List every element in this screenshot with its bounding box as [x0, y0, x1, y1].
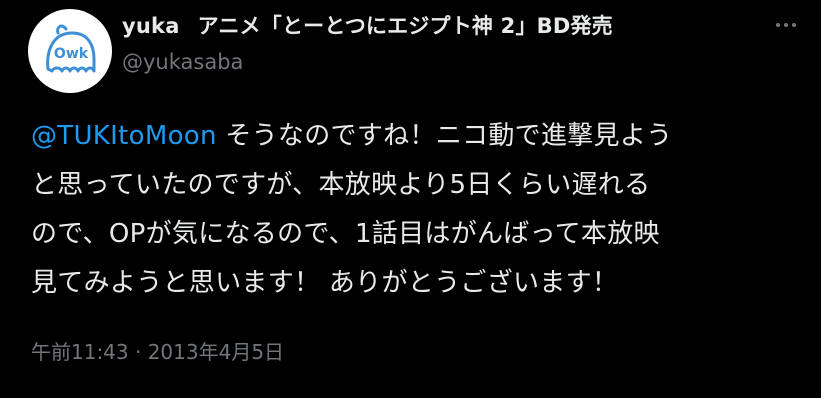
avatar[interactable]: Owk [28, 9, 112, 93]
tweet-text-line: 見てみようと思います！ ありがとうございます！ [31, 268, 619, 298]
tweet-timestamp[interactable]: 午前11:43 · 2013年4月5日 [31, 336, 284, 365]
more-options-button[interactable] [766, 12, 806, 38]
ghost-mascot-icon: Owk [46, 24, 96, 73]
tweet-card: Owk yuka アニメ「とーとつにエジプト神 2」BD発売 @yukasaba … [0, 0, 821, 398]
tweet-text: @TUKItoMoon そうなのですね！ニコ動で進撃見よう と思っていたのですが… [31, 112, 801, 308]
tweet-text-line: ので、OPが気になるので、1話目はがんばって本放映 [31, 219, 660, 249]
tweet-text-line: と思っていたのですが、本放映より5日くらい遅れる [31, 170, 651, 200]
more-options-icon [776, 23, 780, 27]
more-options-icon-dot [792, 23, 796, 27]
author-handle[interactable]: @yukasaba [122, 50, 243, 74]
mention-link[interactable]: @TUKItoMoon [31, 121, 217, 151]
svg-text:Owk: Owk [54, 46, 89, 62]
author-name-suffix: アニメ「とーとつにエジプト神 2」BD発売 [197, 14, 613, 38]
more-options-icon-dot [784, 23, 788, 27]
tweet-text-segment: そうなのですね！ニコ動で進撃見よう [216, 121, 673, 151]
author-name: yuka [122, 14, 180, 38]
tweet-text-line: @TUKItoMoon そうなのですね！ニコ動で進撃見よう [31, 112, 801, 161]
author-display-name[interactable]: yuka アニメ「とーとつにエジプト神 2」BD発売 [122, 10, 613, 40]
